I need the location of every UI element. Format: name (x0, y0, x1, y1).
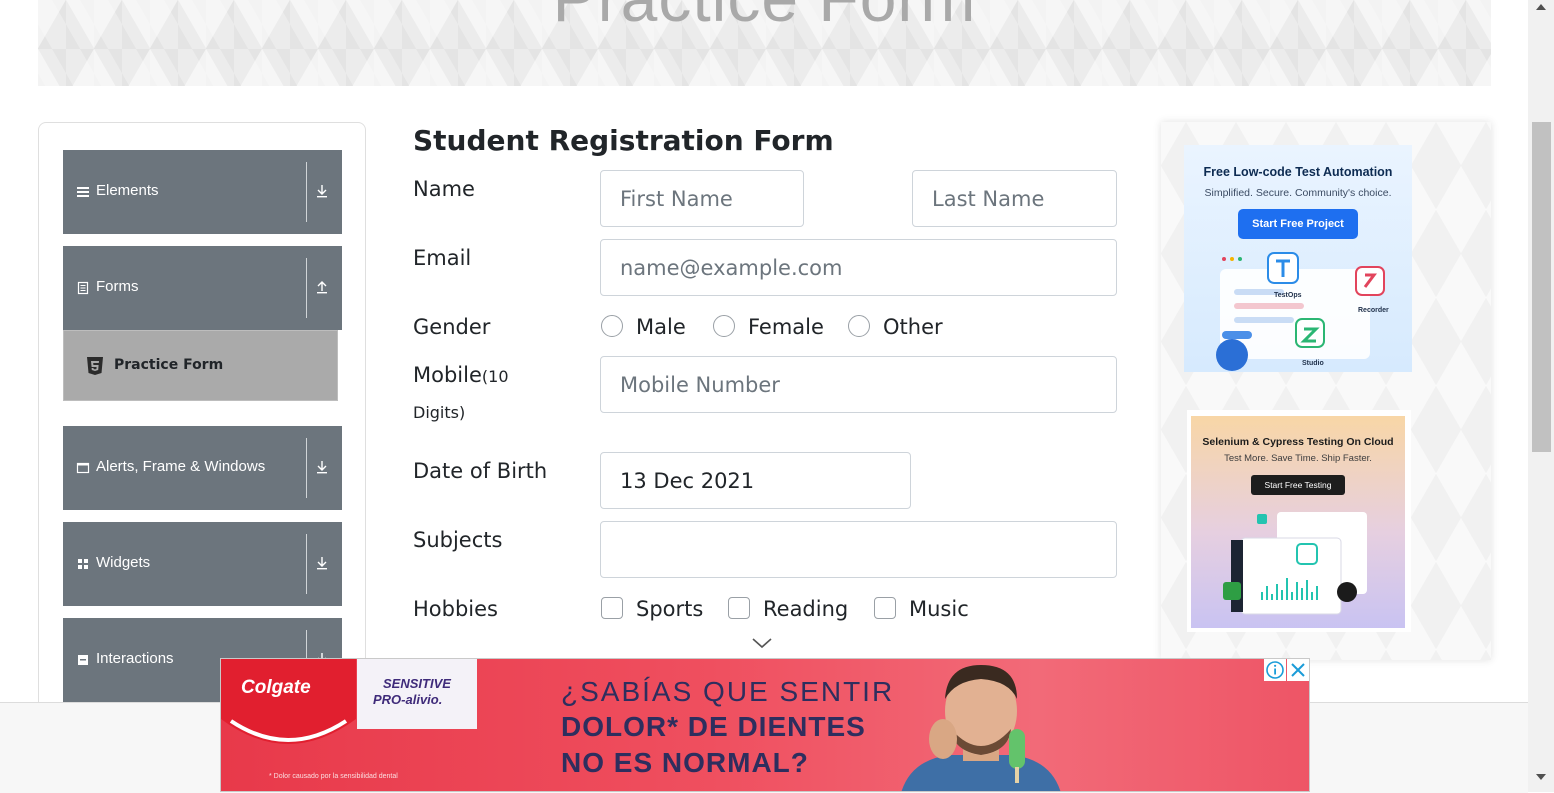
sidebar-group-alerts[interactable]: Alerts, Frame & Windows (63, 426, 342, 510)
hobby-sports-label[interactable]: Sports (636, 597, 703, 621)
expand-down-icon[interactable] (315, 459, 329, 475)
gender-label: Gender (413, 315, 491, 339)
first-name-input[interactable] (600, 170, 804, 227)
ad-headline-3: NO ES NORMAL? (561, 747, 809, 778)
gender-other-radio[interactable] (848, 315, 870, 337)
email-input[interactable] (600, 239, 1117, 296)
scroll-down-arrow-icon[interactable] (1534, 772, 1548, 782)
man-with-popsicle-image (901, 665, 1061, 791)
ad-subtitle: Simplified. Secure. Community's choice. (1204, 187, 1392, 199)
hobby-music-label[interactable]: Music (909, 597, 969, 621)
sidebar-group-label: Elements (96, 182, 159, 199)
collapse-up-icon[interactable] (315, 279, 329, 295)
testops-label: TestOps (1274, 292, 1302, 299)
gender-other-label[interactable]: Other (883, 315, 943, 339)
email-label: Email (413, 246, 472, 270)
divider (306, 438, 307, 498)
mobile-label: Mobile(10 (413, 363, 509, 387)
ad-headline-2: DOLOR* DE DIENTES (561, 711, 866, 742)
page-banner: Practice Form (38, 0, 1491, 86)
dob-label: Date of Birth (413, 459, 548, 483)
sidebar-item-label: Practice Form (114, 357, 224, 373)
katalon-illustration: TestOps Recorder Studio (1216, 252, 1389, 371)
ad-headline-1: ¿SABÍAS QUE SENTIR (561, 676, 895, 707)
sidebar-group-label: Widgets (96, 554, 151, 571)
ad-close-icon[interactable] (1287, 659, 1309, 681)
product-line-1: SENSITIVE (383, 676, 451, 691)
form-title: Student Registration Form (413, 124, 834, 157)
ad-footnote: * Dolor causado por la sensibilidad dent… (269, 773, 398, 780)
document-icon (77, 281, 89, 295)
ad-info-icon[interactable] (1264, 659, 1286, 681)
sidebar-group-widgets[interactable]: Widgets (63, 522, 342, 606)
expand-down-icon[interactable] (315, 555, 329, 571)
ad-title: Selenium & Cypress Testing On Cloud (1202, 436, 1394, 448)
divider (306, 162, 307, 222)
gender-male-label[interactable]: Male (636, 315, 686, 339)
hobby-music-checkbox[interactable] (874, 597, 896, 619)
scroll-up-arrow-icon[interactable] (1534, 2, 1548, 12)
mobile-hint: (10 (481, 367, 509, 386)
start-free-project-button[interactable]: Start Free Project (1238, 209, 1358, 239)
product-badge: SENSITIVE PRO-alivio. (357, 659, 477, 729)
lambdatest-ad[interactable]: Selenium & Cypress Testing On Cloud Test… (1191, 416, 1405, 628)
katalon-ad[interactable]: Free Low-code Test Automation Simplified… (1184, 145, 1412, 372)
studio-label: Studio (1302, 360, 1324, 367)
html5-icon (87, 357, 103, 375)
grid-icon (78, 559, 88, 569)
start-free-testing-button[interactable]: Start Free Testing (1251, 475, 1345, 495)
sidebar-group-forms[interactable]: Forms (63, 246, 342, 330)
colgate-banner-ad[interactable]: Colgate SENSITIVE PRO-alivio. * Dolor ca… (220, 658, 1310, 792)
divider (306, 258, 307, 318)
date-of-birth-input[interactable] (600, 452, 911, 509)
sidebar-group-elements[interactable]: Elements (63, 150, 342, 234)
expand-down-icon[interactable] (315, 183, 329, 199)
chevron-down-icon[interactable] (751, 636, 773, 650)
sidebar-item-practice-form[interactable]: Practice Form (63, 330, 338, 401)
mobile-label-text: Mobile (413, 363, 482, 387)
ad-title: Free Low-code Test Automation (1203, 165, 1393, 179)
name-label: Name (413, 177, 475, 201)
hobbies-label: Hobbies (413, 597, 498, 621)
page-title: Practice Form (38, 0, 1491, 36)
sidebar-group-label: Interactions (96, 650, 174, 667)
hobby-reading-checkbox[interactable] (728, 597, 750, 619)
recorder-label: Recorder (1358, 307, 1389, 314)
lambdatest-illustration (1223, 512, 1367, 615)
divider (306, 534, 307, 594)
window-icon (76, 462, 90, 474)
scrollbar-thumb[interactable] (1532, 122, 1551, 452)
product-line-2: PRO-alivio. (373, 692, 443, 707)
hamburger-icon (77, 187, 89, 197)
mobile-input[interactable] (600, 356, 1117, 413)
box-icon (78, 655, 88, 665)
subjects-label: Subjects (413, 528, 503, 552)
gender-female-radio[interactable] (713, 315, 735, 337)
mobile-hint-digits: Digits) (413, 403, 466, 422)
sidebar-group-label: Forms (96, 278, 139, 295)
gender-female-label[interactable]: Female (748, 315, 824, 339)
hobby-reading-label[interactable]: Reading (763, 597, 848, 621)
subjects-input[interactable] (600, 521, 1117, 578)
sidebar-group-label: Alerts, Frame & Windows (96, 458, 266, 475)
gender-male-radio[interactable] (601, 315, 623, 337)
last-name-input[interactable] (912, 170, 1117, 227)
hobby-sports-checkbox[interactable] (601, 597, 623, 619)
ad-subtitle: Test More. Save Time. Ship Faster. (1224, 453, 1372, 464)
